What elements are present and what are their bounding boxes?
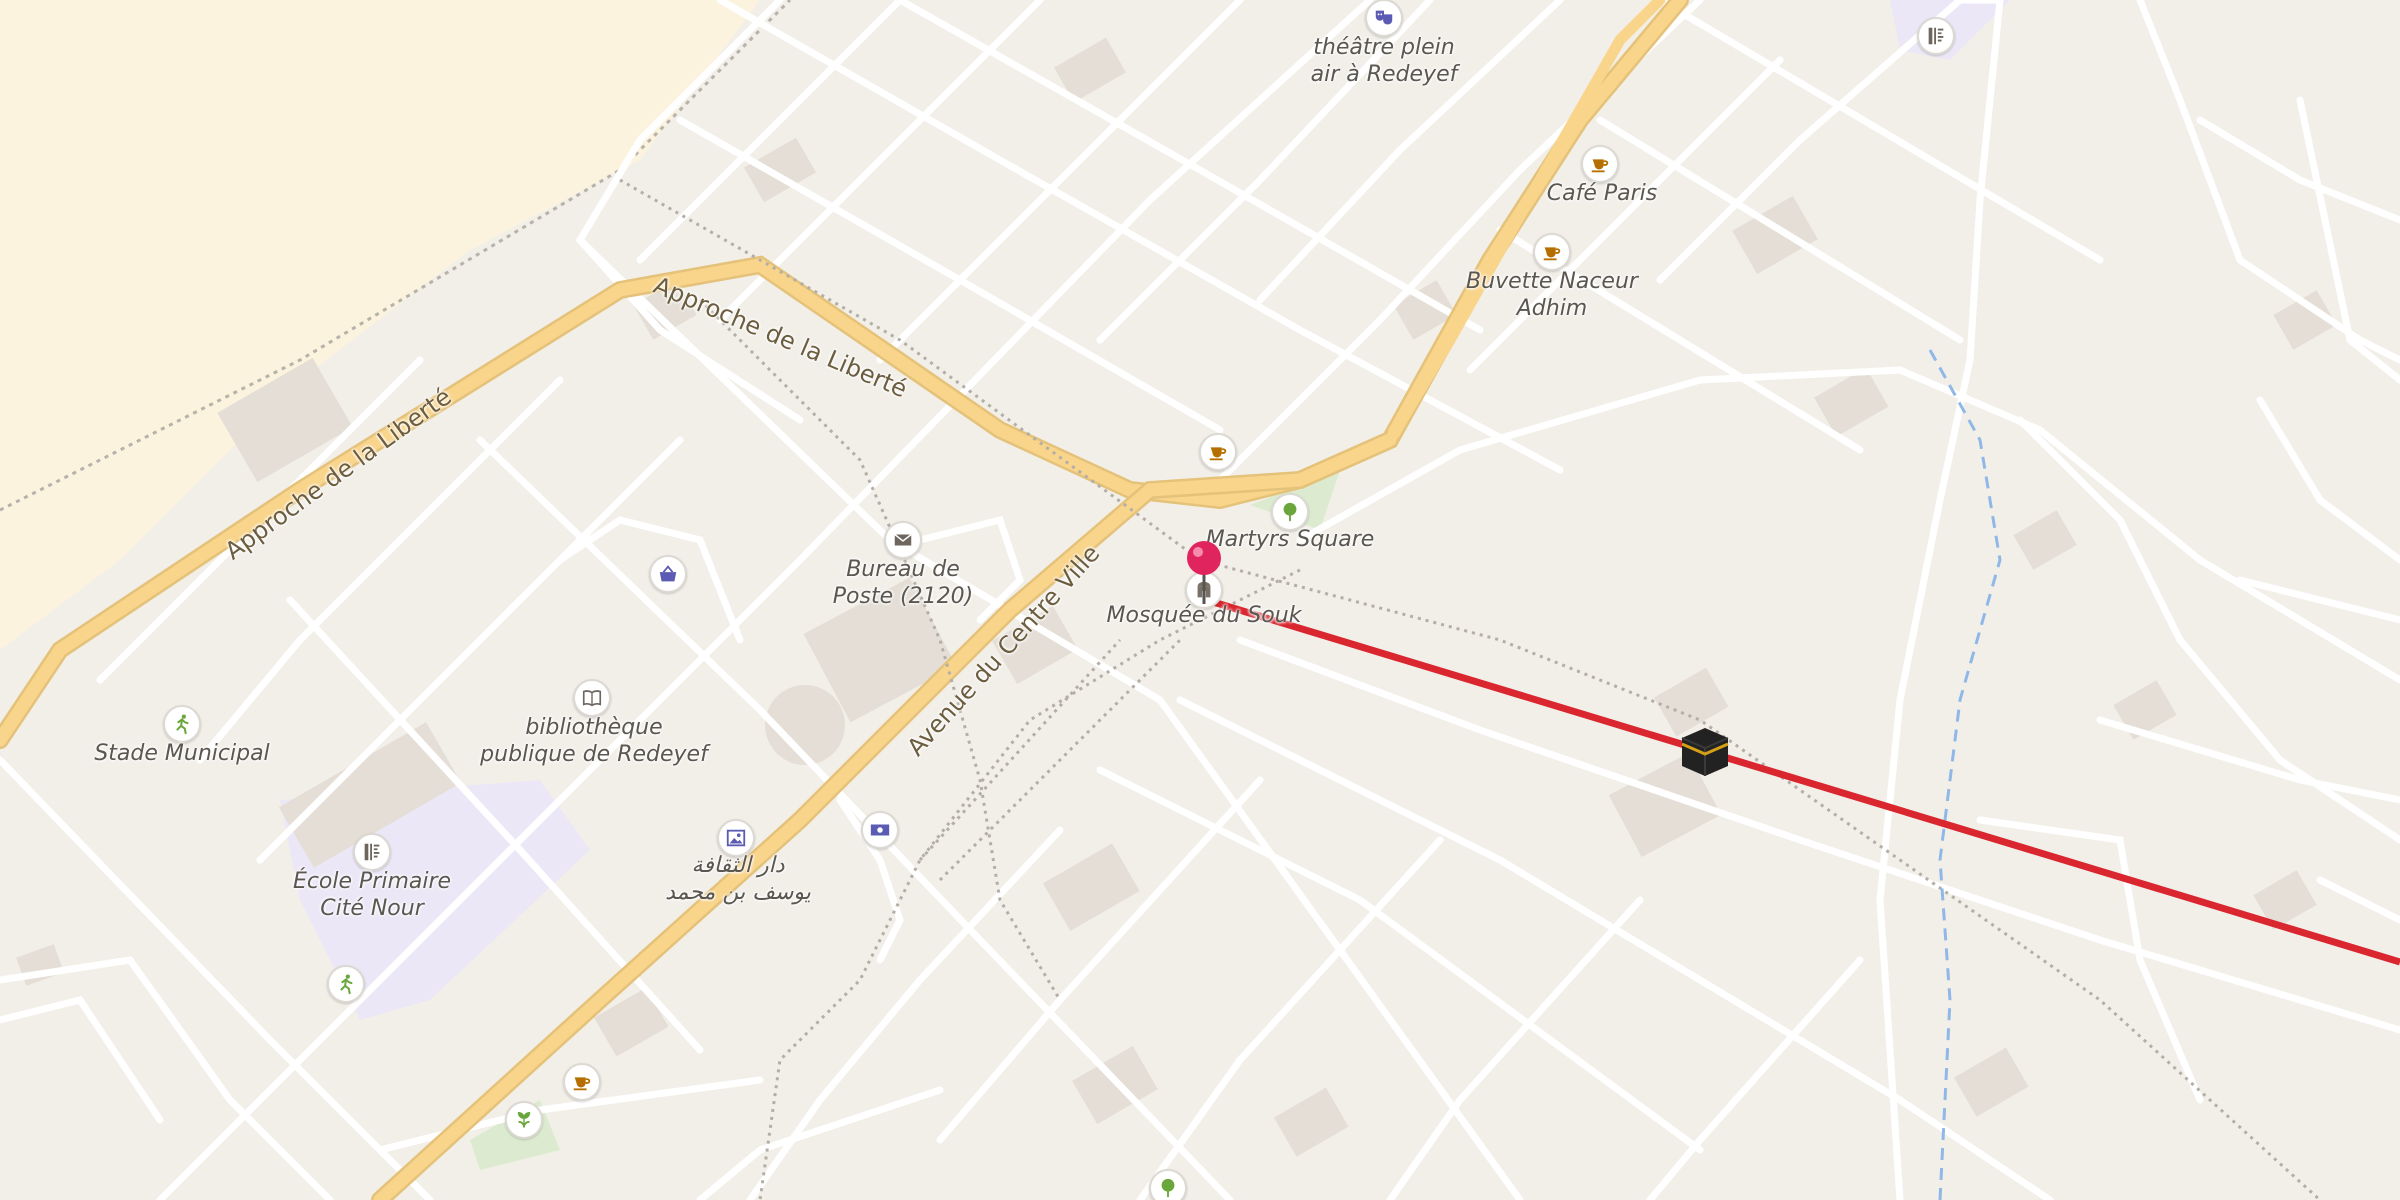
poi-label-cafe-paris: Café Paris xyxy=(1547,180,1657,207)
school-icon[interactable] xyxy=(1917,17,1955,55)
label-line: publique de Redeyef xyxy=(480,742,708,767)
label-line: دار الثقافة xyxy=(691,853,785,878)
school-icon[interactable] xyxy=(353,833,391,871)
label-line: Adhim xyxy=(1516,296,1588,321)
theatre-masks-icon[interactable] xyxy=(1365,0,1403,37)
poi-label-school: École Primaire Cité Nour xyxy=(293,868,451,922)
label-line: air à Redeyef xyxy=(1310,62,1458,87)
running-person-icon[interactable] xyxy=(327,965,365,1003)
label-line: Cité Nour xyxy=(320,896,424,921)
poi-label-library: bibliothèque publique de Redeyef xyxy=(480,714,708,768)
label-line: Buvette Naceur xyxy=(1466,269,1638,294)
poi-label-post: Bureau de Poste (2120) xyxy=(833,556,974,610)
label-line: bibliothèque xyxy=(525,715,663,740)
label-line: Bureau de xyxy=(846,557,960,582)
coffee-cup-icon[interactable] xyxy=(1199,433,1237,471)
coffee-cup-icon[interactable] xyxy=(1581,145,1619,183)
shopping-basket-icon[interactable] xyxy=(649,555,687,593)
label-line: Stade Municipal xyxy=(94,741,270,766)
label-line: Poste (2120) xyxy=(832,584,974,609)
kaaba-icon[interactable] xyxy=(1676,722,1734,780)
map-pin-icon[interactable] xyxy=(1184,538,1232,606)
running-person-icon[interactable] xyxy=(163,705,201,743)
label-line: École Primaire xyxy=(292,869,452,894)
building xyxy=(1954,1047,2029,1117)
flower-icon[interactable] xyxy=(505,1101,543,1139)
banknote-icon[interactable] xyxy=(861,811,899,849)
poi-label-stadium: Stade Municipal xyxy=(94,740,269,767)
label-line: théâtre plein xyxy=(1313,35,1455,60)
building xyxy=(1042,843,1140,931)
envelope-icon[interactable] xyxy=(884,521,922,559)
tree-icon[interactable] xyxy=(1149,1169,1187,1200)
coffee-cup-icon[interactable] xyxy=(563,1063,601,1101)
book-icon[interactable] xyxy=(573,679,611,717)
coffee-cup-icon[interactable] xyxy=(1533,233,1571,271)
poi-label-mosque: Mosquée du Souk xyxy=(1107,602,1302,629)
label-line: Mosquée du Souk xyxy=(1106,603,1302,628)
label-line: Café Paris xyxy=(1546,181,1658,206)
poi-label-theatre: théâtre plein air à Redeyef xyxy=(1311,34,1458,88)
building xyxy=(2013,510,2077,570)
building xyxy=(1274,1087,1349,1157)
poi-label-culture: دار الثقافة يوسف بن محمد xyxy=(665,852,811,906)
label-line: يوسف بن محمد xyxy=(665,880,811,905)
map-view[interactable]: Approche de la Liberté Approche de la Li… xyxy=(0,0,2400,1200)
poi-label-buvette: Buvette Naceur Adhim xyxy=(1466,268,1638,322)
